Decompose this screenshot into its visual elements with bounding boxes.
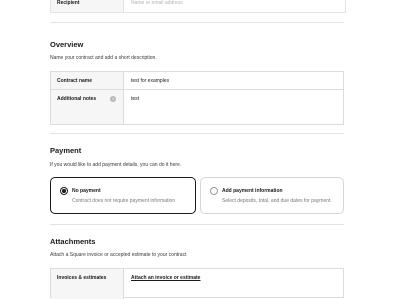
additional-notes-row: Additional notes i test [51,90,343,124]
overview-table: Contract name test for examples Addition… [50,71,344,125]
add-payment-title: Add payment information [222,188,283,194]
attach-invoice-link[interactable]: Attach an invoice or estimate [131,275,200,281]
payment-title: Payment [50,146,82,155]
payment-description: If you would like to add payment details… [50,162,182,168]
section-divider [50,22,344,23]
contract-name-input[interactable]: test for examples [131,78,169,84]
attachments-description: Attach a Square invoice or accepted esti… [50,252,187,258]
recipient-label: Recipient [51,0,124,12]
recipient-input[interactable]: Name or email address [131,0,183,6]
add-payment-subtitle: Select deposits, total, and due dates fo… [222,198,332,204]
section-divider [50,133,344,134]
add-payment-option[interactable]: Add payment information Select deposits,… [200,177,344,214]
invoices-row: Invoices & estimates Attach an invoice o… [51,269,343,299]
invoices-label: Invoices & estimates [51,269,124,299]
contract-name-label: Contract name [51,72,124,89]
no-payment-subtitle: Contract does not require payment inform… [72,198,176,204]
no-payment-title: No payment [72,188,101,194]
contract-name-row: Contract name test for examples [51,72,343,90]
additional-notes-input[interactable]: test [131,96,139,102]
attachments-title: Attachments [50,237,96,246]
info-icon[interactable]: i [110,96,116,102]
section-divider [50,224,344,225]
overview-title: Overview [50,40,84,49]
radio-unselected-icon[interactable] [210,187,218,195]
no-payment-option[interactable]: No payment Contract does not require pay… [50,177,196,214]
radio-selected-icon[interactable] [60,187,68,195]
overview-description: Name your contract and add a short descr… [50,55,157,61]
recipient-row: Recipient Name or email address [50,0,346,13]
